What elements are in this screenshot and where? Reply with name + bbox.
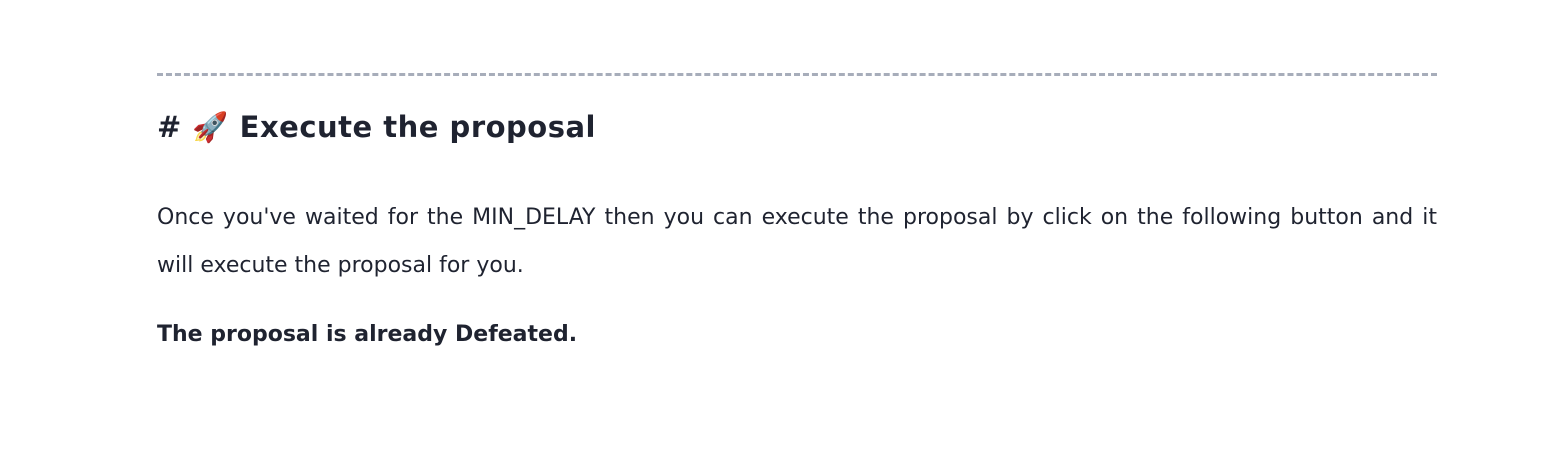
section-heading: # 🚀 Execute the proposal — [157, 110, 596, 145]
divider — [157, 73, 1437, 76]
heading-hash: # — [157, 110, 182, 144]
description: Once you've waited for the MIN_DELAY the… — [157, 205, 1437, 278]
proposal-status: The proposal is already Defeated. — [157, 322, 578, 347]
rocket-icon: 🚀 — [192, 110, 230, 144]
heading-text: Execute the proposal — [239, 110, 596, 144]
